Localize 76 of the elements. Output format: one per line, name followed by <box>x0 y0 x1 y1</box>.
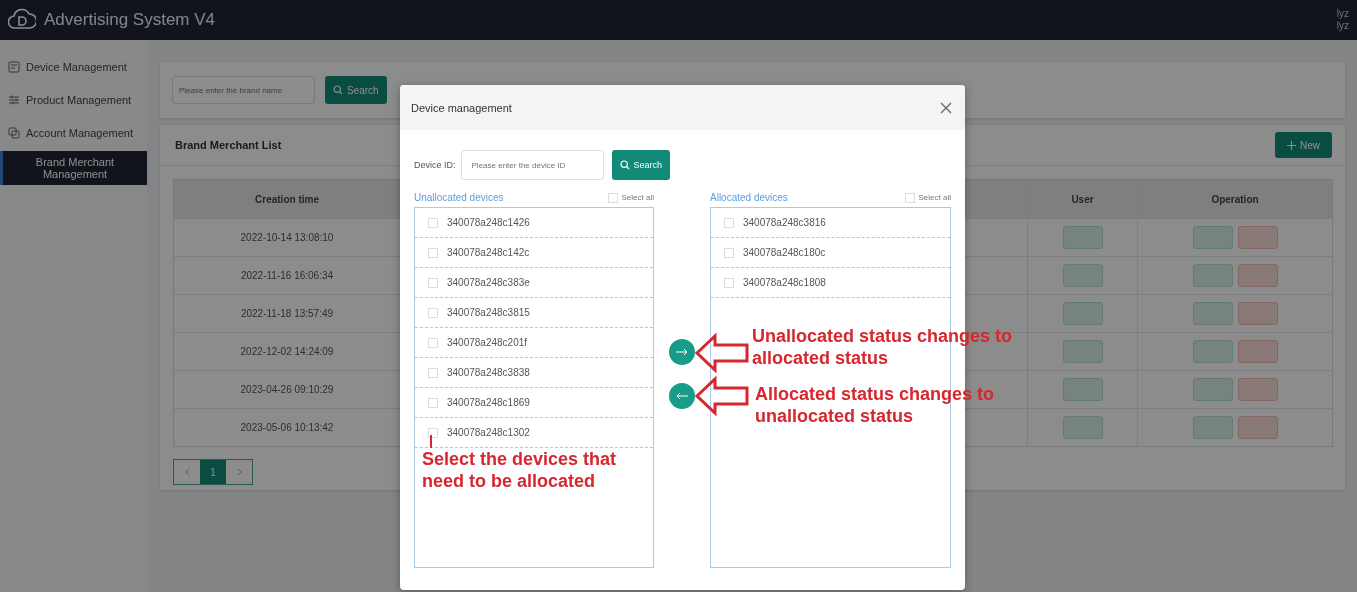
move-right-button[interactable] <box>669 339 695 365</box>
app-title: Advertising System V4 <box>44 10 215 30</box>
action-button[interactable] <box>1192 340 1233 363</box>
table-cell: 2022-10-14 13:08:10 <box>240 232 334 243</box>
action-button[interactable] <box>1062 226 1103 249</box>
delete-action-button[interactable] <box>1237 416 1278 439</box>
table-cell: 2022-11-16 16:06:34 <box>240 270 334 281</box>
sidebar-item[interactable]: Device Management <box>0 50 147 83</box>
dialog-title: Device management <box>411 101 512 114</box>
new-button[interactable]: New <box>1275 132 1332 158</box>
action-button[interactable] <box>1062 264 1103 287</box>
action-button[interactable] <box>1062 340 1103 363</box>
sidebar-item[interactable]: Product Management <box>0 83 147 116</box>
search-icon <box>619 160 630 170</box>
delete-action-button[interactable] <box>1237 378 1278 401</box>
page-button[interactable]: 1 <box>200 460 226 484</box>
delete-action-button[interactable] <box>1237 340 1278 363</box>
search-icon <box>333 85 343 95</box>
device-item[interactable]: 340078a248c1426 <box>415 208 653 238</box>
column-header: Operation <box>1211 193 1259 205</box>
arrow-right-icon <box>676 348 688 356</box>
search-button[interactable]: Search <box>325 76 387 104</box>
delete-action-button[interactable] <box>1237 226 1278 249</box>
brand-search-field[interactable]: Please enter the brand name <box>172 76 315 104</box>
leader-line <box>430 435 432 448</box>
action-button[interactable] <box>1192 226 1233 249</box>
action-button[interactable] <box>1192 264 1233 287</box>
select-all-checkbox[interactable]: Select all <box>607 192 654 203</box>
outlined-arrow-icon <box>695 376 749 416</box>
chevron-right-icon <box>236 468 242 476</box>
action-button[interactable] <box>1062 378 1103 401</box>
list-title: Allocated devices <box>710 192 788 203</box>
device-item[interactable]: 340078a248c142c <box>415 238 653 268</box>
account-icon <box>8 126 20 139</box>
action-button[interactable] <box>1062 416 1103 439</box>
close-icon[interactable] <box>939 100 953 115</box>
column-header: User <box>1071 193 1094 205</box>
column-header: Creation time <box>255 193 319 205</box>
search-button[interactable]: Search <box>611 150 671 180</box>
user-name[interactable]: lyz <box>1336 8 1349 20</box>
plus-icon <box>1287 140 1296 150</box>
device-item[interactable]: 340078a248c201f <box>415 328 653 358</box>
table-cell: 2022-12-02 14:24:09 <box>240 346 334 357</box>
move-left-button[interactable] <box>669 383 695 409</box>
cloud-logo-icon <box>8 8 36 32</box>
list-title: Brand Merchant List <box>175 139 282 151</box>
table-cell: 2023-05-06 10:13:42 <box>240 422 334 433</box>
user-name[interactable]: lyz <box>1336 20 1349 32</box>
action-button[interactable] <box>1192 416 1233 439</box>
action-button[interactable] <box>1192 302 1233 325</box>
list-title: Unallocated devices <box>414 192 504 203</box>
device-item[interactable]: 340078a248c1302 <box>415 418 653 448</box>
delete-action-button[interactable] <box>1237 302 1278 325</box>
device-item[interactable]: 340078a248c3838 <box>415 358 653 388</box>
sliders-icon <box>8 93 20 106</box>
device-item[interactable]: 340078a248c1869 <box>415 388 653 418</box>
table-cell: 2023-04-26 09:10:29 <box>240 384 334 395</box>
device-item[interactable]: 340078a248c180c <box>711 238 950 268</box>
outlined-arrow-icon <box>695 333 749 373</box>
sidebar-item[interactable]: Account Management <box>0 116 147 149</box>
sidebar-item[interactable]: Brand Merchant Management <box>0 151 147 185</box>
arrow-left-icon <box>676 392 688 400</box>
device-item[interactable]: 340078a248c3815 <box>415 298 653 328</box>
select-all-checkbox[interactable]: Select all <box>904 192 951 203</box>
device-item[interactable]: 340078a248c383e <box>415 268 653 298</box>
annotation-text: Select the devices that need to be allocated <box>422 448 618 492</box>
field-label: Device ID: <box>414 160 456 170</box>
device-item[interactable]: 340078a248c1808 <box>711 268 950 298</box>
action-button[interactable] <box>1062 302 1103 325</box>
delete-action-button[interactable] <box>1237 264 1278 287</box>
action-button[interactable] <box>1192 378 1233 401</box>
device-icon <box>8 60 20 73</box>
chevron-left-icon <box>184 468 190 476</box>
table-cell: 2022-11-18 13:57:49 <box>240 308 334 319</box>
device-id-field[interactable]: Please enter the device ID <box>460 150 604 180</box>
device-item[interactable]: 340078a248c3816 <box>711 208 950 238</box>
